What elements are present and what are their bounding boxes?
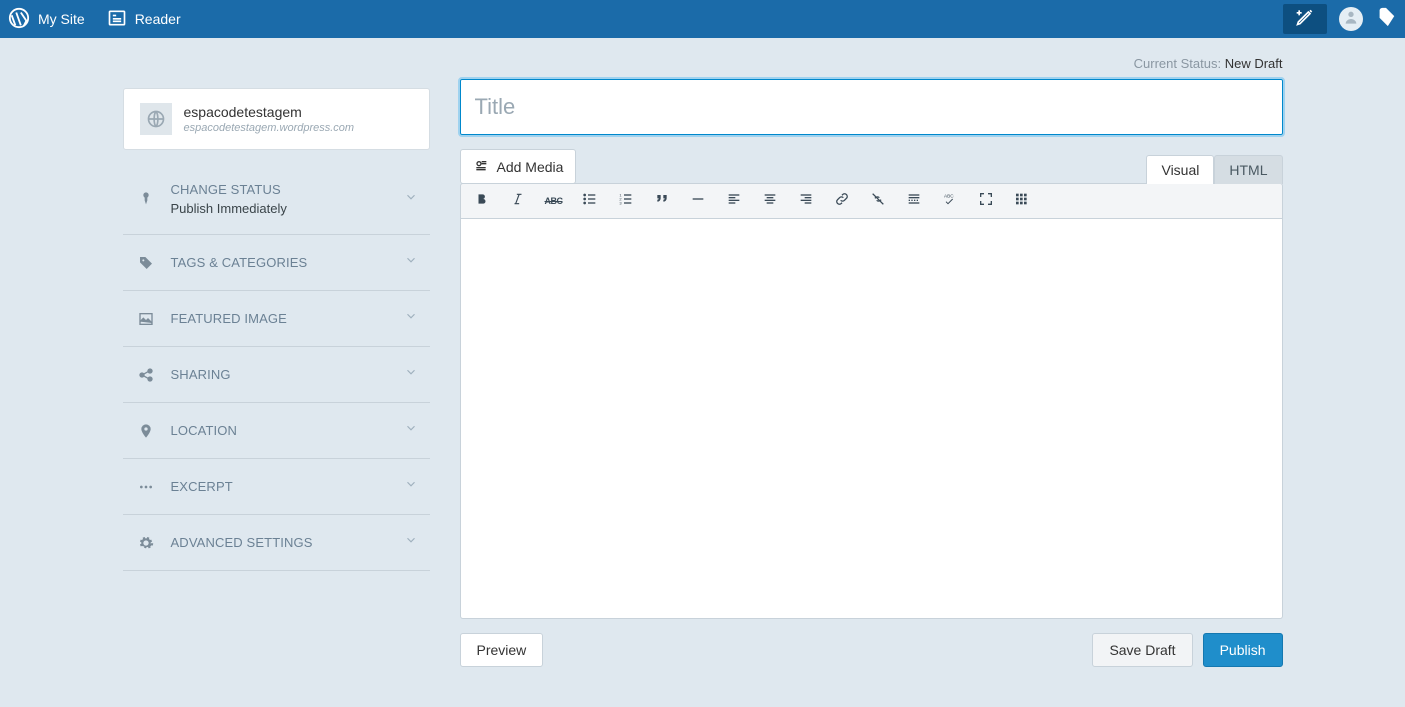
chevron-down-icon: [404, 533, 418, 552]
align-left-button[interactable]: [723, 190, 745, 212]
ol-button[interactable]: 123: [615, 190, 637, 212]
spellcheck-icon: ABC: [942, 191, 958, 212]
my-site-label: My Site: [38, 11, 85, 27]
chevron-down-icon: [404, 190, 418, 209]
add-media-button[interactable]: Add Media: [460, 149, 577, 184]
svg-text:3: 3: [619, 200, 622, 205]
panel-label: LOCATION: [171, 423, 390, 438]
quote-button[interactable]: [651, 190, 673, 212]
panel-label: FEATURED IMAGE: [171, 311, 390, 326]
bold-button[interactable]: [471, 190, 493, 212]
status-label: Current Status:: [1134, 56, 1225, 71]
save-draft-button[interactable]: Save Draft: [1092, 633, 1192, 667]
my-site-link[interactable]: My Site: [8, 7, 85, 32]
panel-location[interactable]: LOCATION: [123, 403, 430, 459]
panel-label: ADVANCED SETTINGS: [171, 535, 390, 550]
ellipsis-icon: [135, 479, 157, 495]
editor-content[interactable]: [460, 219, 1283, 619]
insert-more-icon: [906, 191, 922, 212]
chevron-down-icon: [404, 477, 418, 496]
link-button[interactable]: [831, 190, 853, 212]
add-media-label: Add Media: [497, 159, 564, 175]
svg-text:ABC: ABC: [944, 193, 954, 198]
strike-button[interactable]: ABC: [543, 190, 565, 212]
preview-button[interactable]: Preview: [460, 633, 544, 667]
chevron-down-icon: [404, 365, 418, 384]
chevron-down-icon: [404, 421, 418, 440]
toggle-toolbar-button[interactable]: [1011, 190, 1033, 212]
panel-featured-image[interactable]: FEATURED IMAGE: [123, 291, 430, 347]
share-icon: [135, 367, 157, 383]
tag-icon: [135, 255, 157, 271]
sidebar: espacodetestagem espacodetestagem.wordpr…: [123, 88, 430, 667]
blockquote-icon: [654, 191, 670, 212]
editor-mode-tabs: Visual HTML: [1146, 155, 1282, 184]
user-avatar[interactable]: [1339, 7, 1363, 31]
italic-icon: [511, 192, 525, 211]
numbered-list-icon: 123: [618, 191, 634, 212]
location-icon: [135, 423, 157, 439]
chevron-down-icon: [404, 309, 418, 328]
gear-icon: [135, 535, 157, 551]
hr-button[interactable]: [687, 190, 709, 212]
site-url: espacodetestagem.wordpress.com: [184, 122, 355, 134]
horizontal-rule-icon: [690, 191, 706, 212]
wordpress-logo-icon: [8, 7, 30, 32]
panel-excerpt[interactable]: EXCERPT: [123, 459, 430, 515]
tab-html[interactable]: HTML: [1214, 155, 1282, 184]
align-right-icon: [798, 191, 814, 212]
status-value: New Draft: [1225, 56, 1283, 71]
tag-icon: [1375, 15, 1397, 32]
italic-button[interactable]: [507, 190, 529, 212]
notifications-button[interactable]: [1375, 6, 1397, 33]
panel-advanced-settings[interactable]: ADVANCED SETTINGS: [123, 515, 430, 571]
kitchen-sink-icon: [1014, 191, 1030, 212]
bold-icon: [475, 192, 489, 211]
editor-main: Current Status: New Draft Add Media Visu…: [460, 56, 1283, 667]
compose-button[interactable]: [1283, 4, 1327, 34]
unlink-icon: [870, 191, 886, 212]
bullet-list-icon: [582, 191, 598, 212]
site-name: espacodetestagem: [184, 104, 355, 120]
align-center-icon: [762, 191, 778, 212]
insert-more-button[interactable]: [903, 190, 925, 212]
tab-visual[interactable]: Visual: [1146, 155, 1214, 184]
media-icon: [473, 157, 489, 176]
reader-icon: [107, 8, 127, 31]
strikethrough-icon: ABC: [545, 196, 563, 206]
topbar: My Site Reader: [0, 0, 1405, 38]
chevron-down-icon: [404, 253, 418, 272]
panel-sharing[interactable]: SHARING: [123, 347, 430, 403]
site-card[interactable]: espacodetestagem espacodetestagem.wordpr…: [123, 88, 430, 150]
panel-label: SHARING: [171, 367, 390, 382]
editor-toolbar: ABC 123 ABC: [460, 183, 1283, 219]
panel-label: TAGS & CATEGORIES: [171, 255, 390, 270]
reader-label: Reader: [135, 11, 181, 27]
unlink-button[interactable]: [867, 190, 889, 212]
panel-sublabel: Publish Immediately: [171, 201, 390, 216]
status-line: Current Status: New Draft: [460, 56, 1283, 71]
globe-icon: [140, 103, 172, 135]
align-center-button[interactable]: [759, 190, 781, 212]
fullscreen-button[interactable]: [975, 190, 997, 212]
panel-label: EXCERPT: [171, 479, 390, 494]
panel-label: CHANGE STATUS: [171, 182, 390, 197]
align-right-button[interactable]: [795, 190, 817, 212]
reader-link[interactable]: Reader: [107, 8, 181, 31]
compose-icon: [1295, 7, 1315, 32]
title-input[interactable]: [460, 79, 1283, 135]
ul-button[interactable]: [579, 190, 601, 212]
panel-tags-categories[interactable]: TAGS & CATEGORIES: [123, 235, 430, 291]
link-icon: [834, 191, 850, 212]
image-icon: [135, 311, 157, 327]
publish-button[interactable]: Publish: [1203, 633, 1283, 667]
spellcheck-button[interactable]: ABC: [939, 190, 961, 212]
align-left-icon: [726, 191, 742, 212]
pin-icon: [135, 191, 157, 207]
user-icon: [1343, 9, 1359, 30]
panel-change-status[interactable]: CHANGE STATUS Publish Immediately: [123, 164, 430, 235]
fullscreen-icon: [978, 191, 994, 212]
